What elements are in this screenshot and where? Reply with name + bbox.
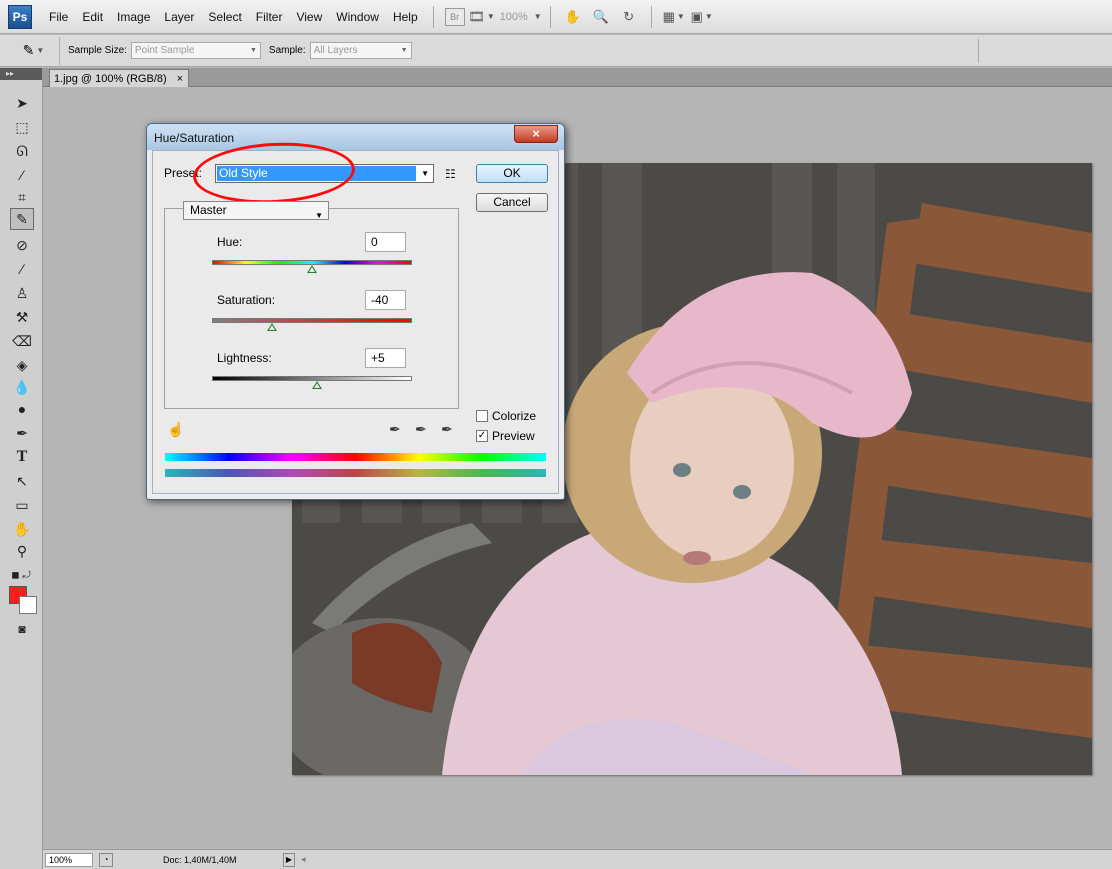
status-menu-arrow-icon[interactable]: ▶ xyxy=(283,852,295,867)
magic-wand-tool-icon[interactable]: ⁄ xyxy=(10,164,34,186)
channel-select[interactable]: Master ▼ xyxy=(183,201,329,220)
options-divider xyxy=(978,39,979,63)
eyedropper-minus-icon[interactable]: ✒ xyxy=(441,421,453,438)
colorize-checkbox[interactable] xyxy=(476,410,488,422)
sample-size-label: Sample Size: xyxy=(68,45,127,56)
lightness-label: Lightness: xyxy=(217,351,272,365)
screen-mode-icon[interactable]: 🎞 ▼ xyxy=(468,7,494,27)
menu-divider xyxy=(432,5,434,28)
dialog-title: Hue/Saturation xyxy=(154,131,235,145)
path-selection-tool-icon[interactable]: ↖ xyxy=(10,470,34,492)
colorize-label[interactable]: Colorize xyxy=(492,409,536,423)
chevron-down-icon: ▼ xyxy=(533,12,542,21)
menu-bar: Ps File Edit Image Layer Select Filter V… xyxy=(0,0,1112,34)
zoom-tool-icon[interactable]: ⚲ xyxy=(10,540,34,562)
swap-colors-icon[interactable]: ◼ ⤾ xyxy=(6,564,36,586)
menu-file[interactable]: File xyxy=(42,10,75,24)
hue-slider-thumb[interactable] xyxy=(307,265,317,273)
chevron-down-icon: ▼ xyxy=(315,211,323,220)
document-size-info: Doc: 1,40M/1,40M xyxy=(163,854,237,865)
annotation-circle xyxy=(191,138,357,208)
menu-help[interactable]: Help xyxy=(386,10,425,24)
eyedropper-plus-icon[interactable]: ✒ xyxy=(415,421,427,438)
bridge-icon[interactable]: Br xyxy=(444,7,465,26)
ok-button[interactable]: OK xyxy=(476,164,548,183)
rectangle-tool-icon[interactable]: ▭ xyxy=(10,494,34,516)
tools-collapse-icon[interactable]: ▸▸ xyxy=(0,68,42,80)
options-bar: ✎ ▼ Sample Size: Point Sample ▼ Sample: Al… xyxy=(0,35,1112,67)
menu-view[interactable]: View xyxy=(289,10,329,24)
menu-divider xyxy=(549,5,551,28)
preset-options-menu-icon[interactable]: ☷ xyxy=(445,167,456,181)
scroll-left-arrow-icon[interactable]: ◂ xyxy=(301,854,306,865)
saturation-label: Saturation: xyxy=(217,293,276,307)
history-brush-tool-icon[interactable]: ⚒ xyxy=(10,306,34,328)
paint-bucket-tool-icon[interactable]: ◈ xyxy=(10,354,34,376)
hue-input[interactable]: 0 xyxy=(365,232,406,252)
lightness-input[interactable]: +5 xyxy=(365,348,406,368)
eyedropper-tool-preset-icon[interactable]: ✎ ▼ xyxy=(8,36,60,65)
hand-icon[interactable]: ✋ xyxy=(562,7,584,27)
background-color-swatch[interactable] xyxy=(19,596,37,614)
close-dialog-button[interactable]: × xyxy=(514,125,558,143)
menu-select[interactable]: Select xyxy=(201,10,248,24)
dodge-tool-icon[interactable]: ● xyxy=(10,398,34,420)
saturation-slider-track[interactable] xyxy=(212,318,412,323)
preview-label[interactable]: Preview xyxy=(492,429,535,443)
eyedropper-tool-icon[interactable]: ✎ xyxy=(10,208,34,230)
brush-tool-icon[interactable]: ∕ xyxy=(10,258,34,280)
cancel-button[interactable]: Cancel xyxy=(476,193,548,212)
healing-brush-tool-icon[interactable]: ⊘ xyxy=(10,234,34,256)
menu-divider xyxy=(650,5,652,28)
preview-checkbox[interactable]: ✓ xyxy=(476,430,488,442)
quick-mask-icon[interactable]: ◙ xyxy=(10,618,34,640)
saturation-input[interactable]: -40 xyxy=(365,290,406,310)
document-tab[interactable]: 1.jpg @ 100% (RGB/8) × xyxy=(49,69,189,87)
input-color-bar xyxy=(165,453,546,461)
blur-tool-icon[interactable]: 💧 xyxy=(10,376,34,398)
marquee-tool-icon[interactable]: ⬚ xyxy=(10,116,34,138)
zoom-icon[interactable]: 🔍 xyxy=(590,7,612,27)
output-color-bar xyxy=(165,469,546,477)
lightness-slider-thumb[interactable] xyxy=(312,381,322,389)
dialog-body: Preset: Old Style ▼ ☷ OK Cancel Master ▼ … xyxy=(152,138,559,494)
document-info-icon[interactable]: ◔ xyxy=(99,852,113,867)
saturation-slider-thumb[interactable] xyxy=(267,323,277,331)
chevron-down-icon: ▼ xyxy=(421,169,429,178)
sample-label: Sample: xyxy=(268,45,306,56)
zoom-level-field[interactable]: 100% xyxy=(45,852,93,867)
pen-tool-icon[interactable]: ✒ xyxy=(10,422,34,444)
eraser-tool-icon[interactable]: ⌫ xyxy=(10,330,34,352)
menu-layer[interactable]: Layer xyxy=(157,10,201,24)
lasso-tool-icon[interactable]: ᘏ xyxy=(10,140,34,162)
arrange-documents-icon[interactable]: ▦ ▼ xyxy=(663,7,685,27)
tools-panel: ▸▸ ➤ ⬚ ᘏ ⁄ ⌗ ✎ ⊘ ∕ ♙ ⚒ ⌫ ◈ 💧 ● ✒ T ↖ ▭ ✋… xyxy=(0,68,43,869)
sample-size-select[interactable]: Point Sample ▼ xyxy=(130,42,261,59)
status-bar: 100% ◔ Doc: 1,40M/1,40M ▶ ◂ xyxy=(43,849,1112,869)
document-tab-title: 1.jpg @ 100% (RGB/8) xyxy=(54,72,167,85)
rotate-view-icon[interactable]: ↻ xyxy=(618,7,640,27)
crop-tool-icon[interactable]: ⌗ xyxy=(10,186,34,208)
targeted-adjustment-icon[interactable]: ☝ xyxy=(167,421,184,438)
hand-tool-icon[interactable]: ✋ xyxy=(10,518,34,540)
clone-stamp-tool-icon[interactable]: ♙ xyxy=(10,282,34,304)
hue-label: Hue: xyxy=(217,235,243,249)
menu-window[interactable]: Window xyxy=(329,10,386,24)
close-tab-icon[interactable]: × xyxy=(177,73,183,85)
app-logo[interactable]: Ps xyxy=(8,4,32,29)
type-tool-icon[interactable]: T xyxy=(10,446,34,468)
menu-filter[interactable]: Filter xyxy=(249,10,290,24)
eyedropper-icon[interactable]: ✒ xyxy=(389,421,401,438)
screen-frame-icon[interactable]: ▣ ▼ xyxy=(691,7,713,27)
menu-image[interactable]: Image xyxy=(110,10,157,24)
sample-select[interactable]: All Layers ▼ xyxy=(309,42,412,59)
document-tab-bar: 1.jpg @ 100% (RGB/8) × xyxy=(43,68,1112,87)
dialog-titlebar[interactable]: Hue/Saturation × xyxy=(147,124,564,150)
zoom-field[interactable]: 100% xyxy=(500,11,528,23)
hue-saturation-dialog: Hue/Saturation × Preset: Old Style ▼ ☷ O… xyxy=(146,123,565,500)
menu-edit[interactable]: Edit xyxy=(75,10,110,24)
move-tool-icon[interactable]: ➤ xyxy=(10,92,34,114)
